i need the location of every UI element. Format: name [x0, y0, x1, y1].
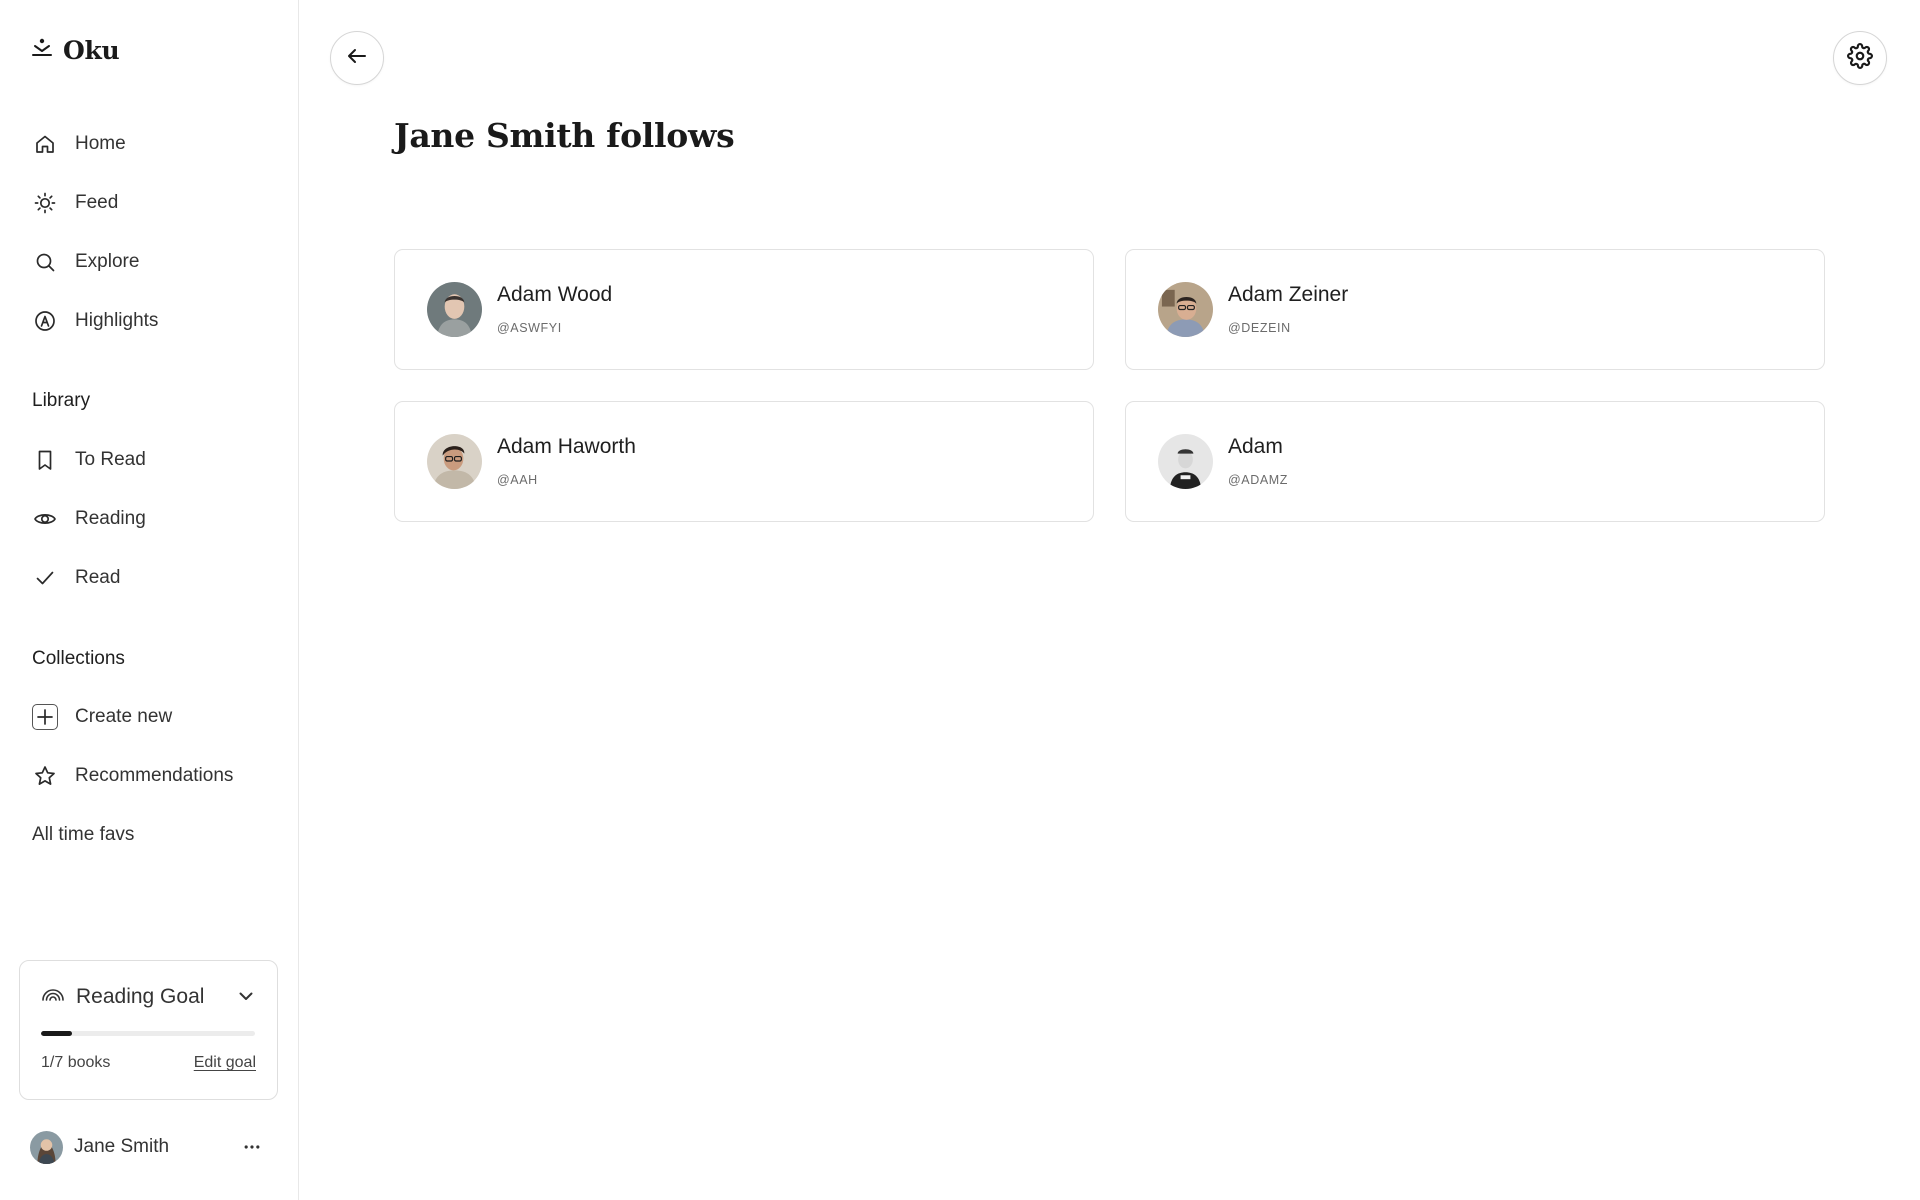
- nav-label: To Read: [75, 449, 146, 470]
- oku-logo[interactable]: Oku: [30, 36, 120, 65]
- nav-label: Highlights: [75, 310, 159, 331]
- nav-label: Read: [75, 567, 121, 588]
- sun-icon: [32, 190, 58, 216]
- nav-label: Home: [75, 133, 126, 154]
- nav-label: Create new: [75, 706, 173, 727]
- sidebar: Oku Home Feed Explore Highlights Library…: [0, 0, 299, 1200]
- highlight-icon: [32, 308, 58, 334]
- reading-goal-header: Reading Goal: [40, 981, 204, 1012]
- follow-handle: @AAH: [497, 473, 538, 487]
- star-icon: [32, 763, 58, 789]
- avatar: [427, 434, 482, 489]
- nav-item-to-read[interactable]: To Read: [32, 440, 146, 480]
- nav-item-feed[interactable]: Feed: [32, 183, 118, 223]
- follow-name: Adam Wood: [497, 283, 613, 306]
- reading-goal-card: Reading Goal 1/7 books Edit goal: [19, 960, 278, 1100]
- avatar: [1158, 282, 1213, 337]
- collection-item-all-time-favs[interactable]: All time favs: [32, 824, 134, 846]
- reading-goal-progress-fill: [41, 1031, 72, 1036]
- follow-card[interactable]: Adam Zeiner @DEZEIN: [1125, 249, 1825, 370]
- more-options-icon[interactable]: [239, 1134, 265, 1160]
- nav-label: Reading: [75, 508, 146, 529]
- reading-goal-count: 1/7 books: [41, 1054, 111, 1071]
- follow-name: Adam: [1228, 435, 1283, 458]
- reading-goal-title: Reading Goal: [76, 984, 205, 1008]
- current-user[interactable]: Jane Smith: [30, 1130, 265, 1164]
- search-icon: [32, 249, 58, 275]
- app-name: Oku: [63, 36, 120, 65]
- check-icon: [32, 565, 58, 591]
- avatar: [30, 1130, 63, 1164]
- rainbow-icon: [40, 981, 66, 1012]
- collection-item-recommendations[interactable]: Recommendations: [32, 756, 233, 796]
- chevron-down-icon[interactable]: [237, 987, 255, 1005]
- nav-item-highlights[interactable]: Highlights: [32, 301, 158, 341]
- follow-handle: @DEZEIN: [1228, 321, 1291, 335]
- nav-label: Explore: [75, 251, 140, 272]
- follow-card[interactable]: Adam @ADAMZ: [1125, 401, 1825, 522]
- arrow-left-icon: [344, 43, 370, 74]
- follow-handle: @ADAMZ: [1228, 473, 1289, 487]
- bookmark-icon: [32, 447, 58, 473]
- follow-name: Adam Zeiner: [1228, 283, 1349, 306]
- follow-card[interactable]: Adam Haworth @AAH: [394, 401, 1094, 522]
- edit-goal-link[interactable]: Edit goal: [194, 1054, 256, 1072]
- avatar: [1158, 434, 1213, 489]
- home-icon: [32, 131, 58, 157]
- collections-heading: Collections: [32, 648, 125, 669]
- follow-name: Adam Haworth: [497, 435, 636, 458]
- eye-icon: [32, 506, 58, 532]
- nav-item-read[interactable]: Read: [32, 558, 120, 598]
- page-title: Jane Smith follows: [394, 116, 735, 155]
- follow-card[interactable]: Adam Wood @ASWFYI: [394, 249, 1094, 370]
- nav-label: Feed: [75, 192, 119, 213]
- back-button[interactable]: [330, 31, 384, 85]
- nav-item-explore[interactable]: Explore: [32, 242, 139, 282]
- settings-button[interactable]: [1833, 31, 1887, 85]
- nav-label: Recommendations: [75, 765, 234, 786]
- plus-icon: [32, 704, 58, 730]
- reading-goal-progress-bar: [41, 1031, 255, 1036]
- nav-item-reading[interactable]: Reading: [32, 499, 146, 539]
- create-collection-button[interactable]: Create new: [32, 697, 172, 737]
- user-name: Jane Smith: [74, 1136, 170, 1157]
- nav-item-home[interactable]: Home: [32, 124, 126, 164]
- library-heading: Library: [32, 390, 91, 411]
- gear-icon: [1847, 42, 1873, 74]
- avatar: [427, 282, 482, 337]
- follow-handle: @ASWFYI: [497, 321, 562, 335]
- reading-person-icon: [30, 36, 54, 65]
